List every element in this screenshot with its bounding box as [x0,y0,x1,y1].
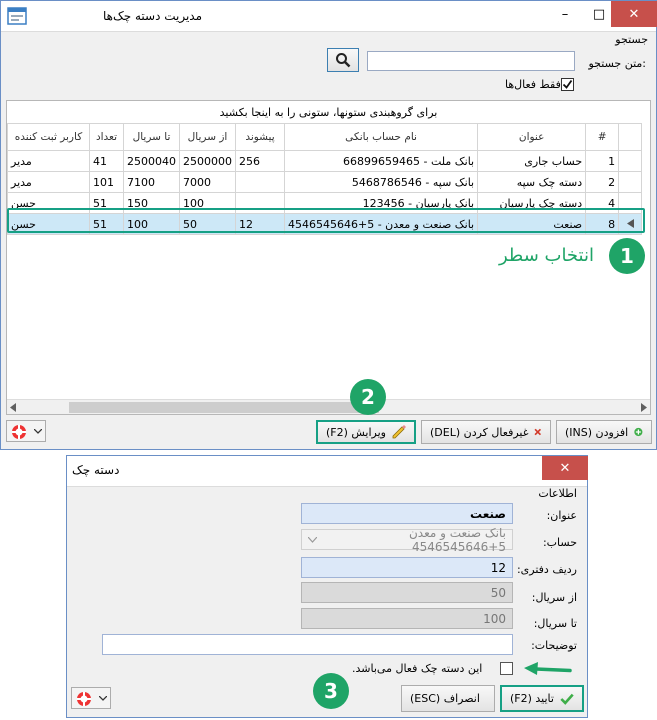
step-1-text: انتخاب سطر [499,245,594,266]
column-header[interactable]: تعداد [89,123,124,151]
scroll-right-icon[interactable] [641,403,647,412]
dialog-options-dropdown[interactable] [71,687,111,709]
cell-prefix [235,171,285,193]
table-header: # عنوان نام حساب بانکی پیشوند از سریال ت… [7,123,643,151]
column-header[interactable]: تا سریال [123,123,180,151]
table-row[interactable]: 2 دسته چک سپه بانک سپه - 5468786546 7000… [7,171,643,193]
dialog-titlebar: دسته چک ✕ [67,456,588,487]
active-checkbox[interactable] [500,662,513,675]
add-icon [634,427,643,437]
row-number-input[interactable]: 12 [301,557,513,578]
title-input[interactable]: صنعت [301,503,513,524]
step-3-badge: 3 [313,673,349,709]
edit-button[interactable]: (F2) ویرایش [316,420,416,444]
column-header[interactable]: نام حساب بانکی [283,123,479,151]
minimize-button[interactable]: – [552,1,578,27]
step-1-badge: 1 [609,238,645,274]
cell-account: بانک سپه - 5468786546 [283,171,479,193]
cell-id: 2 [585,171,620,193]
cell-from: 7000 [179,171,236,193]
column-header[interactable]: از سریال [179,123,236,151]
confirm-button[interactable]: (F2) تایید [500,685,584,712]
search-label: متن جستجو: [588,57,646,70]
cell-title: حساب جاری [477,150,587,172]
group-by-hint: برای گروهبندی ستونها، ستونی را به اینجا … [7,101,650,123]
deactivate-button[interactable]: (DEL) غیرفعال کردن [421,420,551,444]
deactivate-button-label: (DEL) غیرفعال کردن [430,425,529,439]
cell-prefix: 256 [235,150,285,172]
from-serial-input: 50 [301,582,513,603]
title-label: عنوان: [546,509,577,522]
account-value: بانک صنعت و معدن 5+4546545646 [408,525,506,554]
cell-from: 2500000 [179,150,236,172]
search-button[interactable] [327,48,359,72]
scroll-left-icon[interactable] [10,403,16,412]
checkmark-icon [560,693,574,705]
chevron-down-icon [308,536,317,543]
maximize-button[interactable]: □ [586,1,612,27]
account-label: حساب: [542,536,577,549]
arrow-left-icon [524,662,572,675]
step-2-badge: 2 [350,379,386,415]
cell-count: 41 [89,150,124,172]
add-button[interactable]: (INS) افزودن [556,420,652,444]
row-indicator-header [618,123,643,151]
search-icon [336,53,351,68]
row-number-label: ردیف دفتری: [516,563,577,576]
active-checkbox-label: این دسته چک فعال می‌باشد. [352,662,483,675]
chevron-down-icon [34,429,42,434]
cell-count: 101 [89,171,124,193]
pencil-icon [392,425,406,439]
dialog-title: دسته چک [72,463,120,477]
column-header[interactable]: # [585,123,620,151]
from-serial-label: از سریال: [531,591,577,604]
description-label: توضیحات: [531,639,577,652]
horizontal-scrollbar[interactable] [7,399,650,414]
cell-to: 7100 [123,171,180,193]
scrollbar-thumb[interactable] [69,402,379,413]
search-group-label: جستجو [615,33,648,46]
table-row[interactable]: 1 حساب جاری بانک ملت - 66899659465 256 2… [7,150,643,172]
edit-button-label: (F2) ویرایش [326,425,386,439]
close-button[interactable]: ✕ [611,1,657,27]
delete-x-icon [534,428,542,436]
cancel-button-label: (ESC) انصراف [410,692,480,705]
cell-title: دسته چک سپه [477,171,587,193]
column-header[interactable]: کاربر ثبت کننده [7,123,90,151]
to-serial-input: 100 [301,608,513,629]
checkbook-dialog: دسته چک ✕ اطلاعات عنوان: صنعت حساب: بانک… [66,455,588,718]
row-indicator[interactable] [618,171,643,193]
cell-user: مدیر [7,150,90,172]
info-group-label: اطلاعات [538,487,577,500]
row-indicator[interactable] [618,150,643,172]
description-input[interactable] [102,634,513,655]
cell-to: 2500040 [123,150,180,172]
chevron-down-icon [99,696,107,701]
main-window: مدیریت دسته چک‌ها – □ ✕ جستجو متن جستجو:… [0,0,657,450]
account-select[interactable]: بانک صنعت و معدن 5+4546545646 [301,526,513,554]
column-header[interactable]: عنوان [477,123,587,151]
options-dropdown[interactable] [6,420,46,442]
dialog-close-button[interactable]: ✕ [542,456,588,480]
cell-user: مدیر [7,171,90,193]
app-icon [7,7,27,25]
column-header[interactable]: پیشوند [235,123,285,151]
cell-account: بانک ملت - 66899659465 [283,150,479,172]
active-only-checkbox[interactable] [561,78,574,91]
confirm-button-label: (F2) تایید [510,692,554,705]
cancel-button[interactable]: (ESC) انصراف [401,685,495,712]
main-title: مدیریت دسته چک‌ها [103,9,203,23]
main-titlebar: مدیریت دسته چک‌ها – □ ✕ [1,1,657,32]
search-input[interactable] [367,51,575,71]
lifebuoy-icon [77,692,91,706]
add-button-label: (INS) افزودن [565,425,629,439]
selected-row-highlight [7,208,645,233]
check-icon [562,79,573,89]
active-only-label: فقط فعال‌ها [505,78,561,91]
to-serial-label: تا سریال: [533,617,577,630]
cell-id: 1 [585,150,620,172]
lifebuoy-icon [12,425,26,439]
